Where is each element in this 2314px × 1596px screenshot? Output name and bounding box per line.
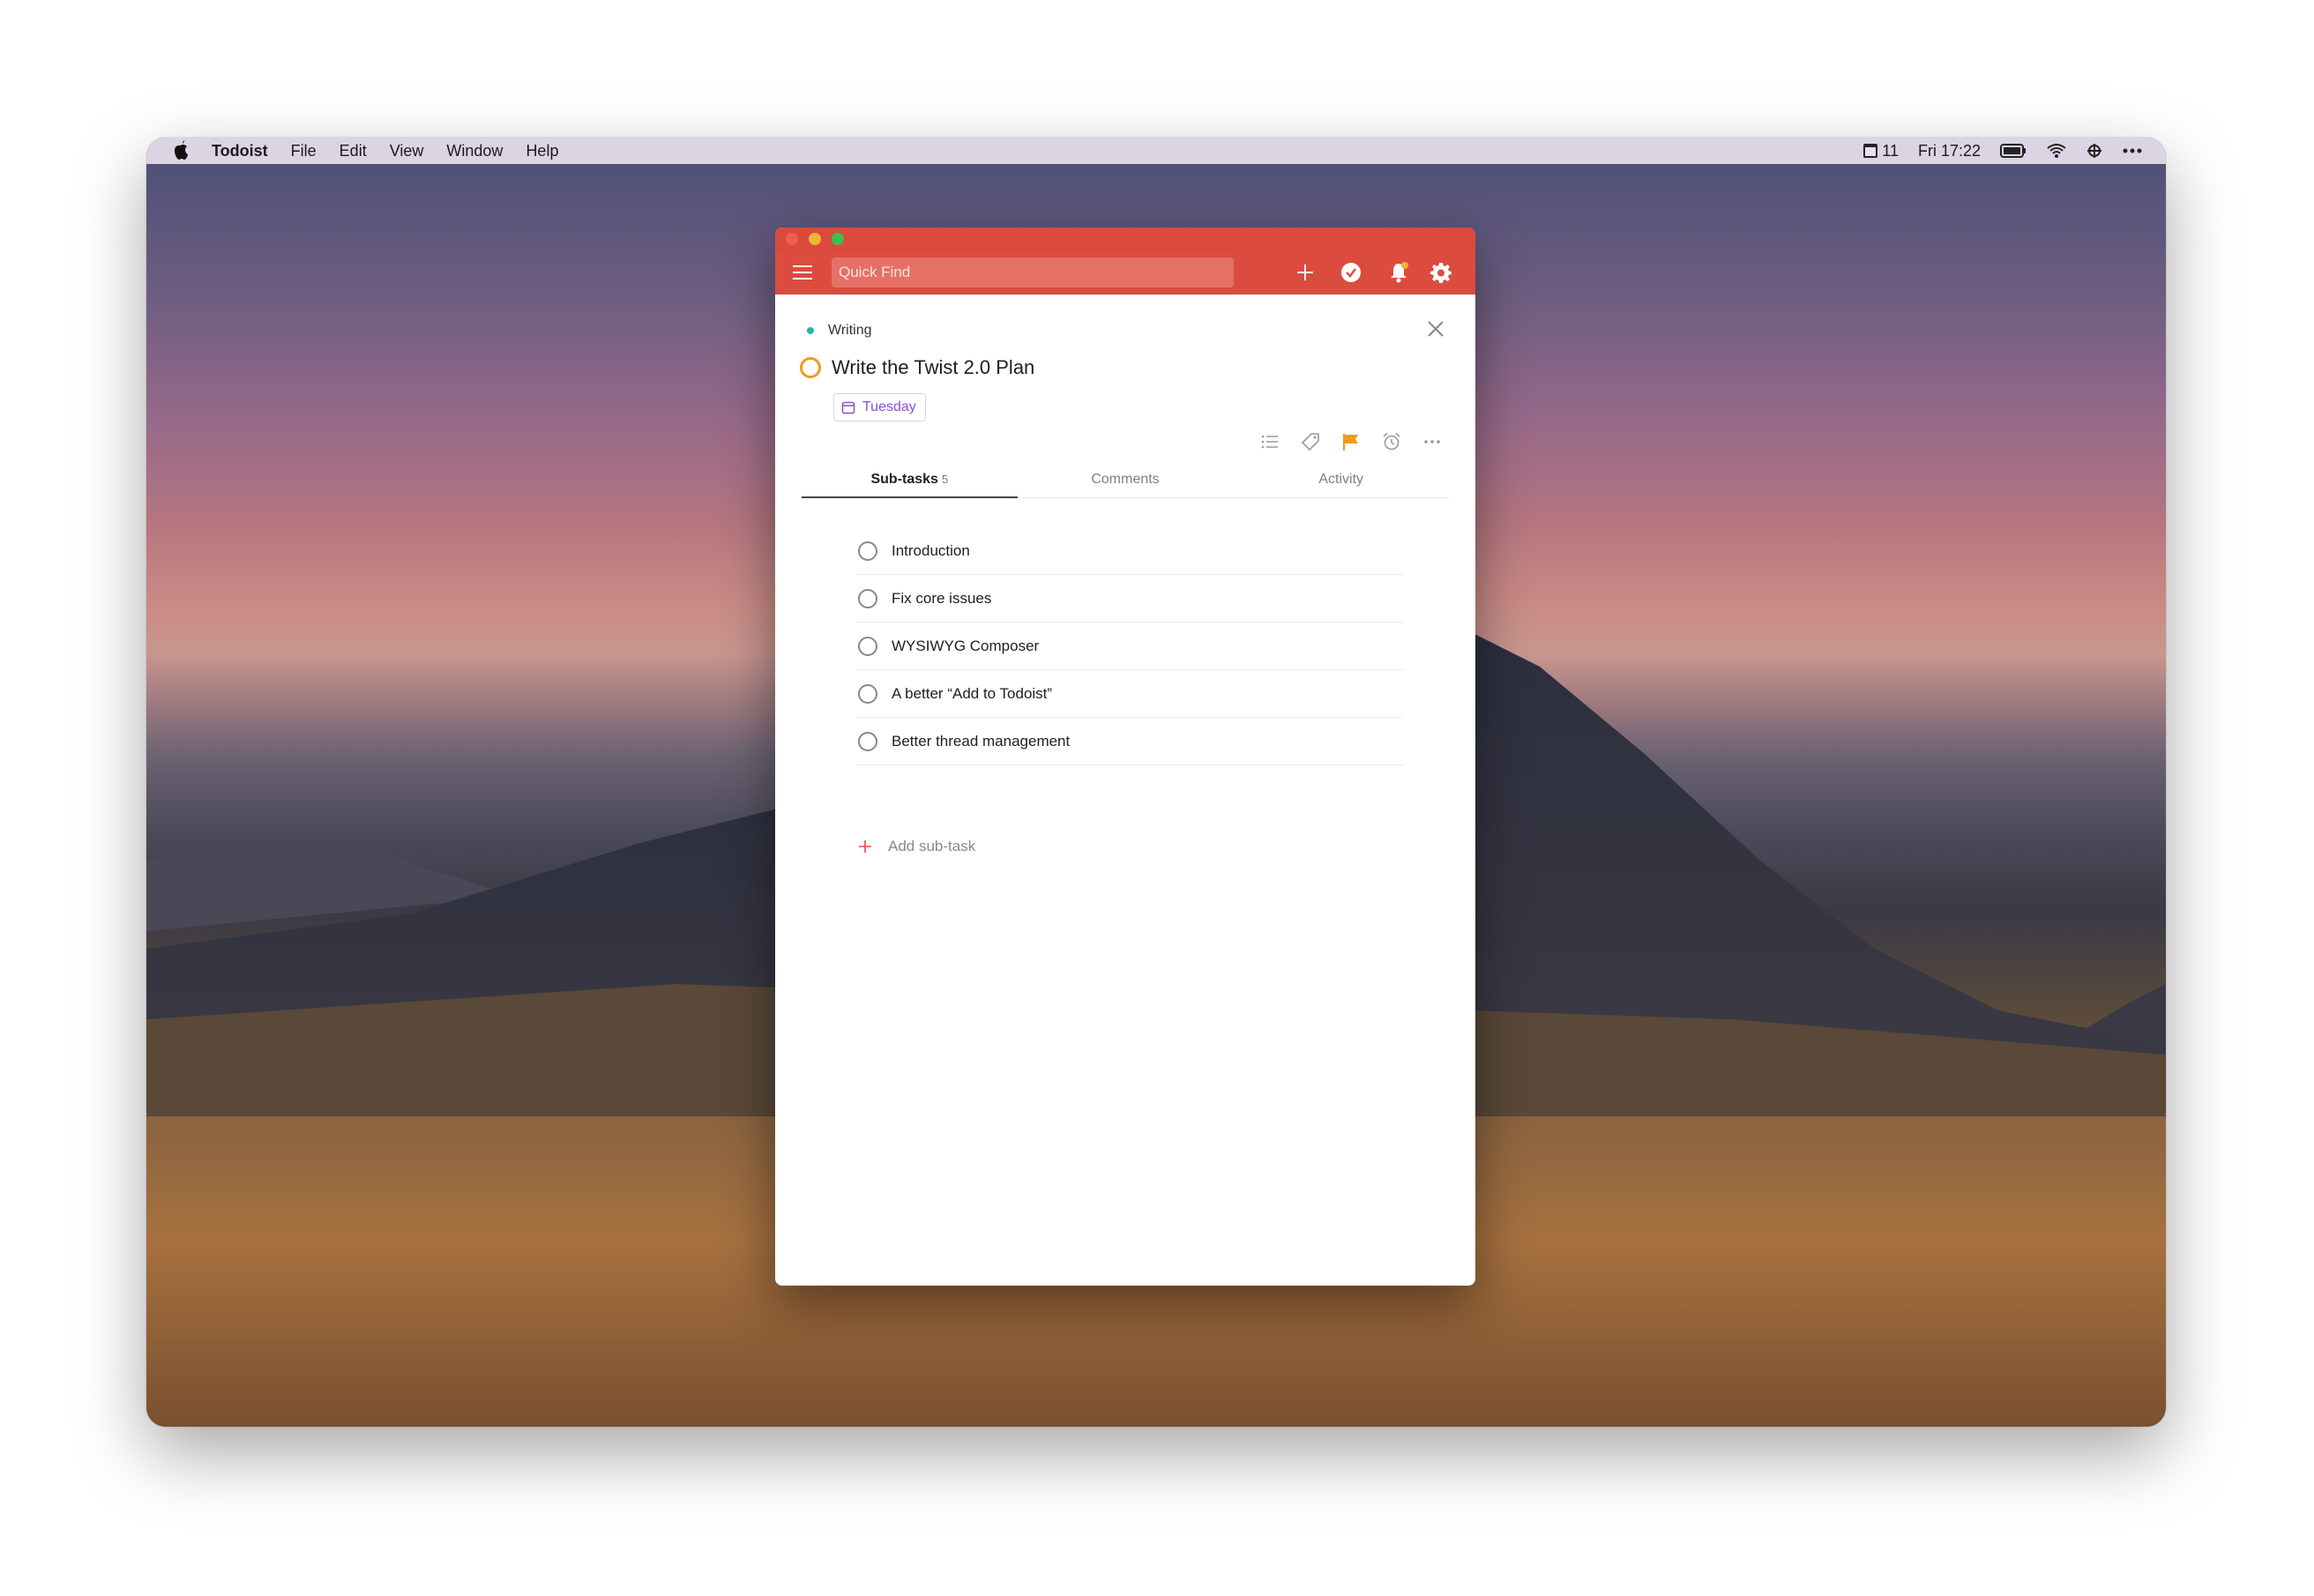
calendar-icon <box>841 401 855 414</box>
subtask-checkbox[interactable] <box>858 636 877 656</box>
window-zoom-button[interactable] <box>832 233 844 245</box>
window-minimize-button[interactable] <box>809 233 821 245</box>
menu-bar: Todoist File Edit View Window Help 11 Fr… <box>146 138 2166 164</box>
menu-icon[interactable] <box>793 265 812 280</box>
task-actions <box>1260 432 1442 451</box>
project-color-dot <box>807 327 814 334</box>
tab-sub-tasks-count: 5 <box>941 473 949 486</box>
control-icon[interactable] <box>2086 143 2102 159</box>
battery-icon[interactable] <box>2000 144 2027 158</box>
subtask-title[interactable]: A better “Add to Todoist” <box>892 685 1052 703</box>
more-actions-icon[interactable] <box>1422 432 1442 451</box>
list-item[interactable]: WYSIWYG Composer <box>856 623 1403 670</box>
tab-activity[interactable]: Activity <box>1233 467 1449 497</box>
quick-find-input[interactable] <box>832 257 1234 287</box>
list-item[interactable]: Fix core issues <box>856 575 1403 623</box>
desktop: Todoist File Edit View Window Help 11 Fr… <box>146 138 2166 1427</box>
status-area: 11 Fri 17:22 <box>1862 138 2143 164</box>
status-count: 11 <box>1882 141 1899 160</box>
wifi-icon[interactable] <box>2046 143 2067 159</box>
subtask-list: Introduction Fix core issues WYSIWYG Com… <box>856 527 1403 765</box>
clock[interactable]: Fri 17:22 <box>1918 142 1981 160</box>
subtask-title[interactable]: Fix core issues <box>892 590 991 608</box>
tab-comments[interactable]: Comments <box>1018 467 1234 497</box>
notifications-bell-icon[interactable] <box>1387 261 1410 284</box>
priority-flag-icon[interactable] <box>1341 432 1361 451</box>
title-bar <box>775 227 1475 250</box>
add-subtask-button[interactable]: Add sub-task <box>856 838 975 855</box>
list-item[interactable]: Better thread management <box>856 718 1403 765</box>
subtask-checkbox[interactable] <box>858 683 877 704</box>
menu-help[interactable]: Help <box>526 142 558 160</box>
task-tabs: Sub-tasks 5 Comments Activity <box>802 467 1449 498</box>
task-title[interactable]: Write the Twist 2.0 Plan <box>832 356 1034 379</box>
menu-file[interactable]: File <box>291 142 317 160</box>
add-subtask-label: Add sub-task <box>888 838 976 854</box>
subtask-title[interactable]: Better thread management <box>892 733 1070 750</box>
list-item[interactable]: A better “Add to Todoist” <box>856 670 1403 718</box>
task-complete-checkbox[interactable] <box>800 357 821 378</box>
settings-gear-icon[interactable] <box>1429 261 1452 284</box>
task-title-row: Write the Twist 2.0 Plan <box>800 356 1034 379</box>
tab-activity-label: Activity <box>1318 472 1364 487</box>
window-close-button[interactable] <box>786 233 798 245</box>
productivity-check-icon[interactable] <box>1340 261 1362 284</box>
tab-sub-tasks[interactable]: Sub-tasks 5 <box>802 467 1018 498</box>
list-icon[interactable] <box>1260 432 1280 451</box>
menu-window[interactable]: Window <box>446 142 503 160</box>
apple-icon[interactable] <box>169 140 189 161</box>
close-icon[interactable] <box>1426 319 1445 339</box>
subtask-checkbox[interactable] <box>858 588 877 608</box>
calendar-status-icon <box>1863 144 1878 158</box>
menu-view[interactable]: View <box>390 142 424 160</box>
tab-comments-label: Comments <box>1091 472 1160 487</box>
menu-edit[interactable]: Edit <box>340 142 367 160</box>
subtask-title[interactable]: WYSIWYG Composer <box>892 638 1039 655</box>
list-item[interactable]: Introduction <box>856 527 1403 575</box>
due-date-label: Tuesday <box>862 399 916 414</box>
menu-app-name[interactable]: Todoist <box>212 142 268 160</box>
app-toolbar <box>775 250 1475 295</box>
subtask-checkbox[interactable] <box>858 541 877 561</box>
add-task-icon[interactable] <box>1294 261 1317 284</box>
subtask-checkbox[interactable] <box>858 731 877 751</box>
subtask-title[interactable]: Introduction <box>892 542 970 560</box>
due-date-button[interactable]: Tuesday <box>833 393 926 421</box>
tab-sub-tasks-label: Sub-tasks <box>870 472 938 487</box>
project-name: Writing <box>828 323 872 338</box>
todoist-window: Writing Write the Twist 2.0 Plan Tuesday <box>775 227 1475 1286</box>
plus-icon <box>859 840 871 853</box>
alarm-reminder-icon[interactable] <box>1382 432 1401 451</box>
label-tag-icon[interactable] <box>1301 432 1320 451</box>
project-link[interactable]: Writing <box>807 323 872 339</box>
more-icon[interactable] <box>2122 147 2143 154</box>
status-widget[interactable]: 11 <box>1862 142 1899 160</box>
